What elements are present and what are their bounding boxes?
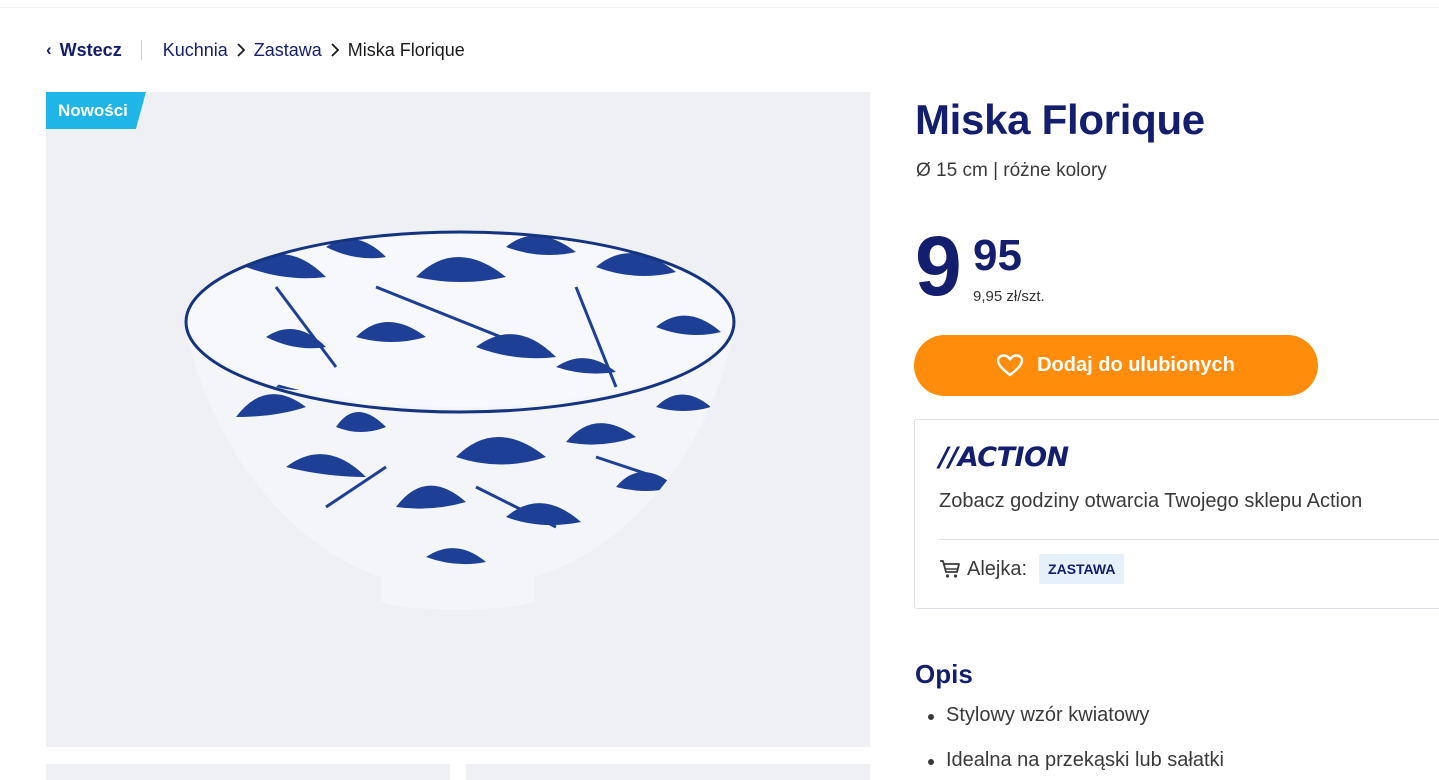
description-list: Stylowy wzór kwiatowy Idealna na przekąs… <box>928 704 1224 780</box>
breadcrumb-separator <box>140 40 142 60</box>
price-integer: 9 <box>915 219 962 313</box>
back-link[interactable]: ‹ Wstecz <box>46 40 122 61</box>
product-image-main[interactable]: Nowości <box>46 92 870 747</box>
list-item: Stylowy wzór kwiatowy <box>928 704 1224 749</box>
bullet-icon <box>928 759 934 765</box>
chevron-right-icon <box>331 43 340 57</box>
product-thumbnail[interactable] <box>46 764 450 780</box>
bowl-image <box>184 230 736 610</box>
breadcrumb-item-kuchnia[interactable]: Kuchnia <box>163 40 228 61</box>
aisle-label: Alejka: <box>967 557 1028 580</box>
price-per-unit: 9,95 zł/szt. <box>973 288 1045 305</box>
list-item: Idealna na przekąski lub sałatki <box>928 749 1224 780</box>
chevron-left-icon: ‹ <box>46 40 52 59</box>
header-border <box>0 0 1439 8</box>
description-title: Opis <box>915 659 973 689</box>
aisle-badge: ZASTAWA <box>1039 554 1125 584</box>
price: 9 95 9,95 zł/szt. <box>915 224 1115 318</box>
bullet-icon <box>928 714 934 720</box>
aisle-info: Alejka: ZASTAWA <box>939 554 1125 584</box>
list-item-text: Stylowy wzór kwiatowy <box>946 704 1150 726</box>
divider <box>939 539 1439 540</box>
add-to-favorites-button[interactable]: Dodaj do ulubionych <box>914 335 1318 396</box>
new-badge: Nowości <box>46 92 146 129</box>
breadcrumb-current: Miska Florique <box>347 39 465 60</box>
back-label: Wstecz <box>59 39 122 60</box>
product-thumbnail[interactable] <box>466 764 870 780</box>
add-to-favorites-label: Dodaj do ulubionych <box>1037 354 1235 376</box>
list-item-text: Idealna na przekąski lub sałatki <box>946 749 1224 771</box>
action-logo: //ACTION <box>939 442 1069 473</box>
store-info-card: //ACTION Zobacz godziny otwarcia Twojego… <box>914 419 1439 609</box>
heart-icon <box>997 353 1024 376</box>
price-decimal: 95 <box>973 231 1022 280</box>
breadcrumb: ‹ Wstecz Kuchnia Zastawa Miska Florique <box>46 39 465 61</box>
breadcrumb-item-zastawa[interactable]: Zastawa <box>254 40 322 61</box>
cart-icon <box>940 560 960 578</box>
product-title: Miska Florique <box>915 96 1205 143</box>
chevron-right-icon <box>237 43 246 57</box>
product-subtitle: Ø 15 cm | różne kolory <box>916 160 1107 181</box>
store-hours-link[interactable]: Zobacz godziny otwarcia Twojego sklepu A… <box>939 490 1362 513</box>
